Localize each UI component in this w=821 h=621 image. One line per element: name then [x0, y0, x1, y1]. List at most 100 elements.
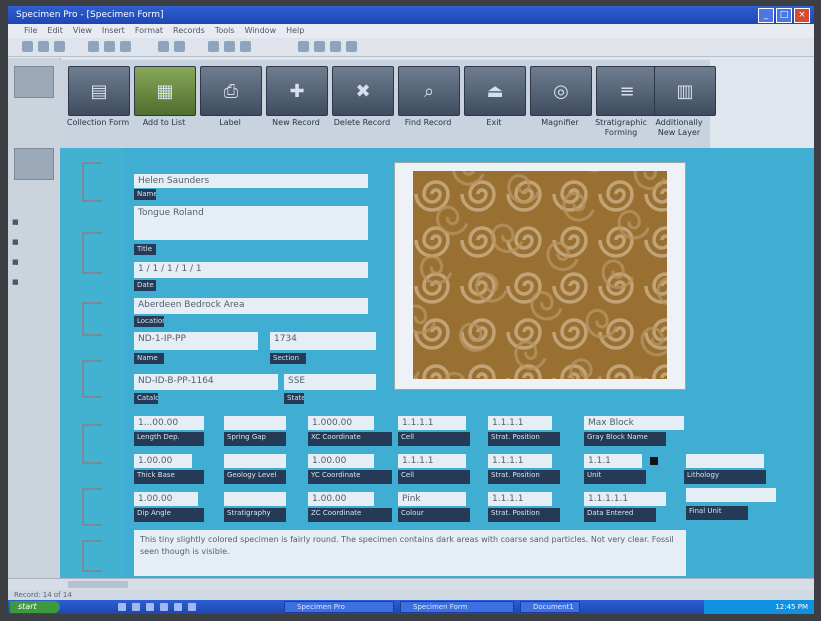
- cut-icon[interactable]: [88, 41, 99, 52]
- menu-view[interactable]: View: [73, 24, 92, 38]
- start-button[interactable]: start: [10, 601, 60, 613]
- bold-icon[interactable]: [208, 41, 219, 52]
- task-button[interactable]: Document1: [520, 601, 580, 613]
- measure-value[interactable]: 1.1.1.1: [398, 454, 466, 468]
- desktop-icon[interactable]: [118, 603, 126, 611]
- measure-value[interactable]: 1.1.1.1: [488, 492, 552, 506]
- measure-value[interactable]: 1.00.00: [134, 454, 192, 468]
- measure-value[interactable]: [224, 454, 286, 468]
- menu-records[interactable]: Records: [173, 24, 205, 38]
- measure-value[interactable]: 1.1.1.1.1: [584, 492, 666, 506]
- catalog-field[interactable]: ND-ID-B-PP-1164: [134, 374, 278, 390]
- title-field[interactable]: Tongue Roland: [134, 206, 368, 240]
- italic-icon[interactable]: [224, 41, 235, 52]
- app-icon[interactable]: [188, 603, 196, 611]
- task-button[interactable]: Specimen Pro: [284, 601, 394, 613]
- nav-item[interactable]: ■: [12, 278, 19, 286]
- task-button[interactable]: Specimen Form: [400, 601, 514, 613]
- nav-item[interactable]: ■: [12, 218, 19, 226]
- location-field[interactable]: Aberdeen Bedrock Area: [134, 298, 368, 314]
- section-field[interactable]: 1734: [270, 332, 376, 350]
- nav-form-button[interactable]: [14, 148, 54, 180]
- add-to-list-button[interactable]: ▦: [134, 66, 196, 116]
- ribbon-label: New Record: [272, 118, 320, 127]
- menu-format[interactable]: Format: [135, 24, 163, 38]
- lithology-field[interactable]: [686, 454, 764, 468]
- quick-toolbar: [8, 38, 814, 57]
- measure-value[interactable]: 1...00.00: [134, 416, 204, 430]
- border-icon[interactable]: [346, 41, 357, 52]
- filter-icon[interactable]: [174, 41, 185, 52]
- menu-bar: File Edit View Insert Format Records Too…: [8, 24, 814, 38]
- name-field[interactable]: Helen Saunders: [134, 174, 368, 188]
- new-record-button[interactable]: ✚: [266, 66, 328, 116]
- section-label: Section: [270, 353, 306, 364]
- measure-value[interactable]: 1.1.1.1: [488, 416, 552, 430]
- measure-value[interactable]: [224, 492, 286, 506]
- save-icon[interactable]: [22, 41, 33, 52]
- underline-icon[interactable]: [240, 41, 251, 52]
- exit-button[interactable]: ⏏: [464, 66, 526, 116]
- measure-value[interactable]: 1.1.1.1: [488, 454, 552, 468]
- date-field[interactable]: 1 / 1 / 1 / 1 / 1: [134, 262, 368, 278]
- notes-field[interactable]: This tiny slightly colored specimen is f…: [134, 530, 686, 576]
- menu-file[interactable]: File: [24, 24, 37, 38]
- nav-item[interactable]: ■: [12, 238, 19, 246]
- id-number-field[interactable]: ND-1-IP-PP: [134, 332, 258, 350]
- find-record-button[interactable]: ⌕: [398, 66, 460, 116]
- measure-value[interactable]: 1.00.00: [134, 492, 198, 506]
- menu-window[interactable]: Window: [245, 24, 277, 38]
- collection-form-button[interactable]: ▤: [68, 66, 130, 116]
- delete-icon: ✖: [355, 80, 371, 102]
- ribbon-label: Delete Record: [333, 118, 391, 127]
- label-button[interactable]: ⎙: [200, 66, 262, 116]
- final-unit-field[interactable]: [686, 488, 776, 502]
- browser-icon[interactable]: [132, 603, 140, 611]
- stratigraphic-button[interactable]: ≡: [596, 66, 658, 116]
- align-icon[interactable]: [298, 41, 309, 52]
- menu-tools[interactable]: Tools: [215, 24, 235, 38]
- window-titlebar: Specimen Pro - [Specimen Form] _ □ ×: [8, 6, 814, 24]
- unit-checkbox[interactable]: [650, 457, 658, 465]
- menu-edit[interactable]: Edit: [47, 24, 63, 38]
- font-color-icon[interactable]: [314, 41, 325, 52]
- state-field[interactable]: SSE: [284, 374, 376, 390]
- folder-icon[interactable]: [174, 603, 182, 611]
- ribbon-label: Exit: [486, 118, 502, 127]
- scroll-thumb[interactable]: [68, 581, 128, 588]
- measure-value[interactable]: 1.00.00: [308, 492, 374, 506]
- copy-icon[interactable]: [104, 41, 115, 52]
- new-layer-button[interactable]: ▥: [654, 66, 716, 116]
- mail-icon[interactable]: [146, 603, 154, 611]
- measure-value[interactable]: 1.00.00: [308, 454, 374, 468]
- measure-label: Length Dep.: [134, 432, 204, 446]
- measure-label: Geology Level: [224, 470, 286, 484]
- measure-value[interactable]: 1.1.1: [584, 454, 642, 468]
- maximize-button[interactable]: □: [776, 8, 792, 23]
- nav-pane-button[interactable]: [14, 66, 54, 98]
- fill-color-icon[interactable]: [330, 41, 341, 52]
- measure-value[interactable]: 1.000.00: [308, 416, 374, 430]
- nav-item[interactable]: ■: [12, 258, 19, 266]
- navigation-pane: ■ ■ ■ ■: [8, 58, 61, 578]
- magnifier-button[interactable]: ◎: [530, 66, 592, 116]
- specimen-photo[interactable]: [413, 171, 667, 379]
- minimize-button[interactable]: _: [758, 8, 774, 23]
- state-label: State: [284, 393, 304, 404]
- measure-value[interactable]: Max Block: [584, 416, 684, 430]
- redo-icon[interactable]: [54, 41, 65, 52]
- measure-value[interactable]: Pink: [398, 492, 466, 506]
- undo-icon[interactable]: [38, 41, 49, 52]
- measure-value[interactable]: 1.1.1.1: [398, 416, 466, 430]
- menu-help[interactable]: Help: [286, 24, 304, 38]
- sort-icon[interactable]: [158, 41, 169, 52]
- media-icon[interactable]: [160, 603, 168, 611]
- close-button[interactable]: ×: [794, 8, 810, 23]
- measure-label: Colour: [398, 508, 470, 522]
- paste-icon[interactable]: [120, 41, 131, 52]
- delete-record-button[interactable]: ✖: [332, 66, 394, 116]
- menu-insert[interactable]: Insert: [102, 24, 125, 38]
- measure-value[interactable]: [224, 416, 286, 430]
- magnifier-icon: ◎: [553, 80, 569, 102]
- strata-icon: ≡: [619, 80, 635, 102]
